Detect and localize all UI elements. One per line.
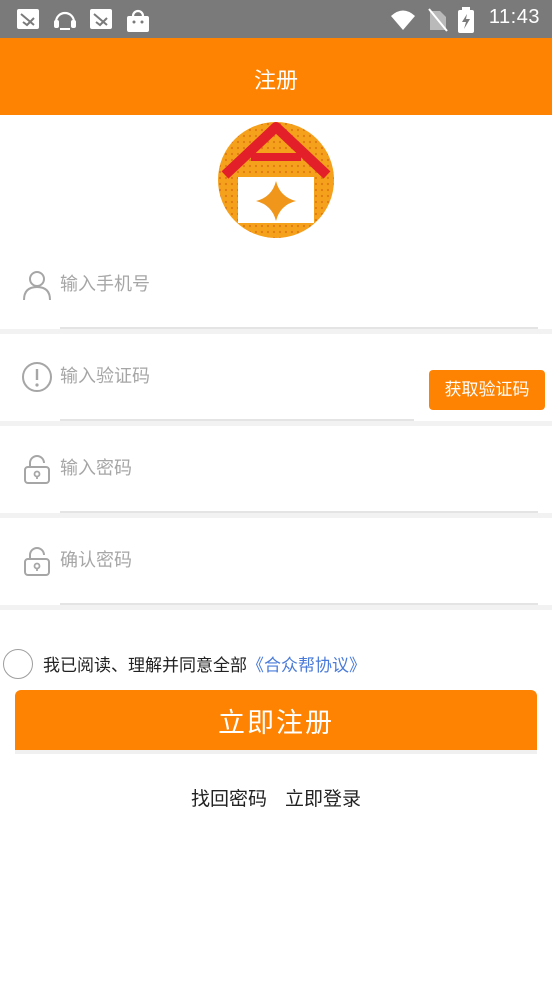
no-sim-icon: [428, 8, 448, 32]
divider: [0, 605, 552, 610]
wifi-icon: [391, 10, 415, 30]
login-now-link[interactable]: 立即登录: [285, 788, 361, 810]
phone-row: [0, 242, 552, 334]
get-verification-code-button[interactable]: 获取验证码: [429, 370, 545, 410]
user-icon: [23, 271, 51, 301]
register-button[interactable]: 立即注册: [15, 690, 537, 750]
lock-icon: [24, 547, 50, 576]
footer-links: 找回密码 立即登录: [0, 784, 552, 811]
lock-icon: [24, 455, 50, 484]
confirm-password-input[interactable]: [60, 536, 530, 584]
confirm-password-row: [0, 518, 552, 610]
app-bar: 注册: [0, 38, 552, 115]
assistant-icon: [54, 11, 76, 30]
agreement-row: 我已阅读、理解并同意全部《合众帮协议》: [0, 640, 552, 686]
status-bar: 11:43: [0, 0, 552, 38]
forgot-password-link[interactable]: 找回密码: [191, 788, 267, 810]
battery-charging-icon: [458, 7, 474, 33]
verification-code-input[interactable]: [60, 352, 410, 400]
notification-icon: [90, 9, 112, 29]
shopping-bag-icon: [127, 9, 149, 32]
alert-circle-icon: [22, 362, 52, 392]
app-logo: [218, 122, 334, 238]
agreement-link[interactable]: 《合众帮协议》: [247, 656, 366, 676]
password-input[interactable]: [60, 444, 530, 492]
notification-icon: [17, 9, 39, 29]
clock-text: 11:43: [488, 6, 540, 28]
agreement-prefix: 我已阅读、理解并同意全部: [43, 656, 247, 676]
divider: [15, 750, 537, 754]
agreement-checkbox[interactable]: [3, 649, 33, 679]
agreement-text: 我已阅读、理解并同意全部《合众帮协议》: [43, 651, 366, 676]
verification-code-row: 获取验证码: [0, 334, 552, 426]
page-title: 注册: [253, 69, 298, 94]
password-row: [0, 426, 552, 518]
phone-input[interactable]: [60, 260, 530, 308]
